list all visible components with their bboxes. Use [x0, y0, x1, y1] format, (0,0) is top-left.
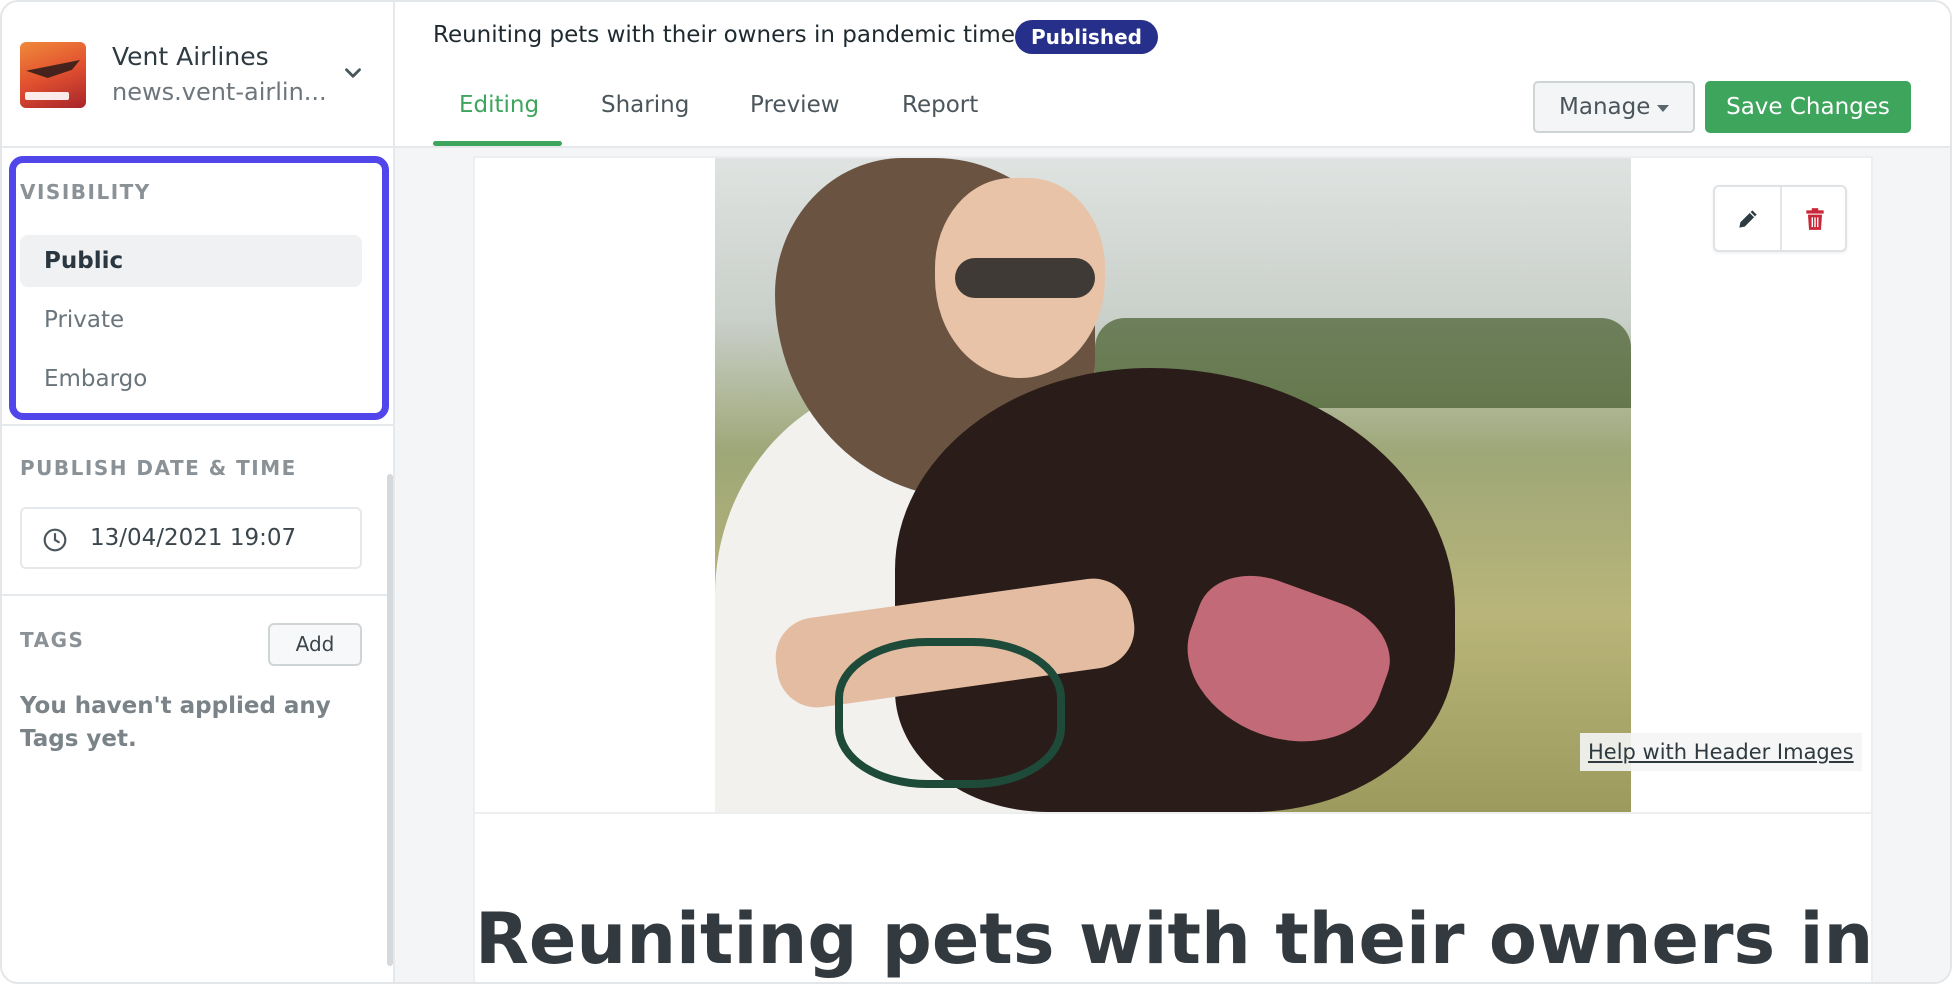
editor-area: Help with Header Images Reuniting pets w… — [395, 148, 1950, 982]
visibility-option-private[interactable]: Private — [20, 294, 362, 346]
manage-label: Manage — [1559, 94, 1651, 120]
article-heading[interactable]: Reuniting pets with their owners in — [475, 898, 1873, 980]
sidebar-scrollbar[interactable] — [387, 474, 393, 966]
divider — [475, 812, 1871, 814]
active-tab-indicator — [433, 141, 562, 146]
trash-icon — [1806, 208, 1824, 230]
brand-switcher[interactable]: Vent Airlines news.vent-airlin... — [2, 2, 393, 148]
visibility-option-public[interactable]: Public — [20, 235, 362, 287]
divider — [2, 594, 393, 596]
pencil-icon — [1739, 210, 1757, 228]
top-bar: Reuniting pets with their owners in pand… — [395, 2, 1950, 148]
chevron-down-icon[interactable] — [340, 60, 366, 86]
visibility-panel: VISIBILITY Public Private Embargo — [9, 156, 389, 420]
caret-down-icon — [1657, 105, 1669, 112]
status-badge: Published — [1015, 20, 1158, 54]
brand-name: Vent Airlines — [112, 42, 269, 71]
delete-image-button[interactable] — [1782, 187, 1847, 250]
header-image[interactable] — [715, 158, 1631, 812]
sidebar: Vent Airlines news.vent-airlin... VISIBI… — [2, 2, 395, 982]
brand-logo — [20, 42, 86, 108]
article-card: Help with Header Images Reuniting pets w… — [473, 156, 1873, 982]
visibility-option-embargo[interactable]: Embargo — [20, 353, 362, 405]
image-toolbar — [1713, 185, 1847, 252]
tab-report[interactable]: Report — [902, 92, 978, 118]
add-tag-button[interactable]: Add — [268, 623, 362, 666]
visibility-title: VISIBILITY — [20, 180, 151, 204]
publish-title: PUBLISH DATE & TIME — [20, 456, 297, 480]
save-changes-button[interactable]: Save Changes — [1705, 81, 1911, 133]
app-window: Vent Airlines news.vent-airlin... VISIBI… — [0, 0, 1952, 984]
manage-button[interactable]: Manage — [1533, 81, 1695, 133]
brand-url: news.vent-airlin... — [112, 78, 327, 106]
tags-empty-message: You haven't applied any Tags yet. — [20, 693, 331, 752]
tab-sharing[interactable]: Sharing — [601, 92, 689, 118]
tab-editing[interactable]: Editing — [459, 92, 539, 118]
divider — [2, 424, 393, 426]
edit-image-button[interactable] — [1715, 187, 1780, 250]
clock-icon — [43, 528, 67, 552]
page-title: Reuniting pets with their owners in pand… — [433, 22, 1027, 48]
help-header-images-link[interactable]: Help with Header Images — [1580, 733, 1862, 771]
tab-preview[interactable]: Preview — [750, 92, 840, 118]
publish-date-field[interactable]: 13/04/2021 19:07 — [20, 507, 362, 569]
tags-title: TAGS — [20, 628, 85, 652]
publish-date-value: 13/04/2021 19:07 — [90, 525, 297, 551]
